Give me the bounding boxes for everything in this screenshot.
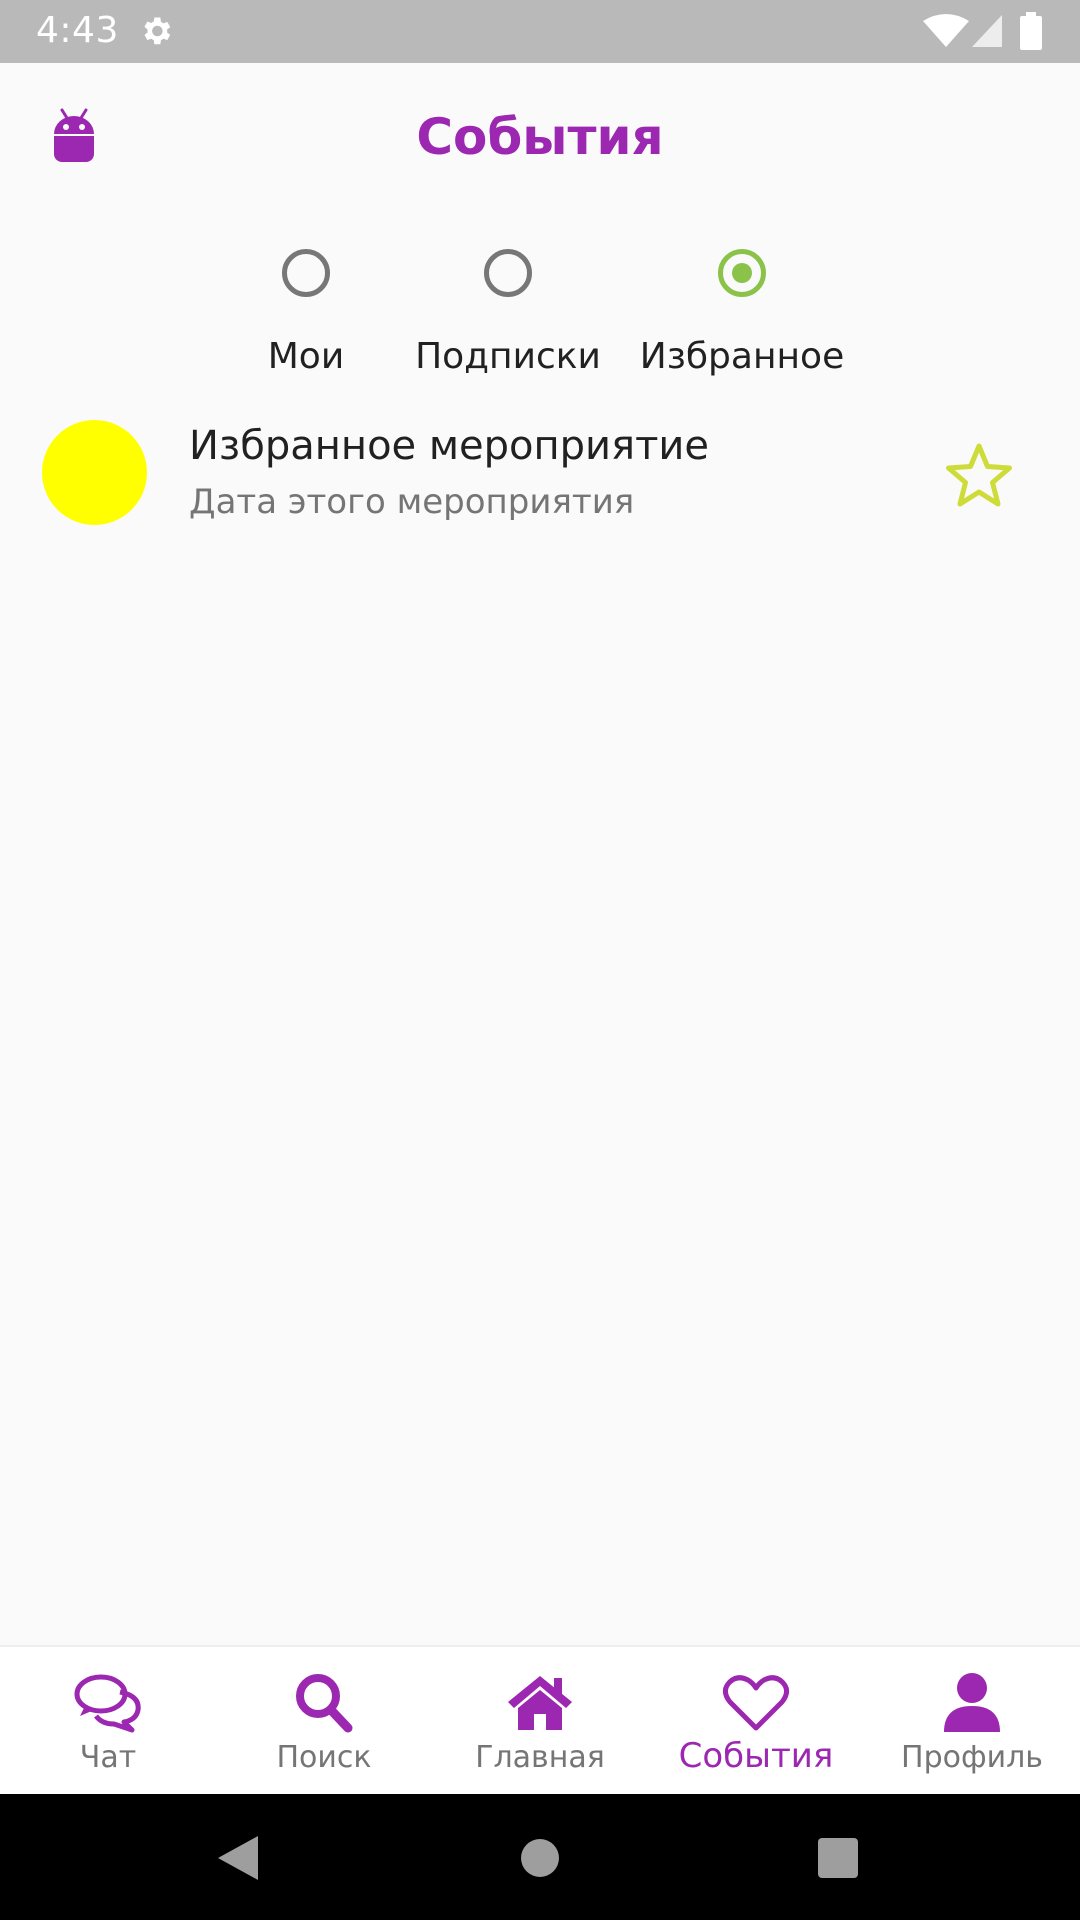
battery-icon: [1020, 12, 1042, 50]
nav-item-search[interactable]: Поиск: [216, 1660, 432, 1790]
nav-label-events: События: [678, 1736, 834, 1776]
event-title: Избранное мероприятие: [189, 423, 710, 469]
home-button-icon[interactable]: [521, 1839, 559, 1877]
nav-label-search: Поиск: [276, 1740, 372, 1775]
favorite-star-icon[interactable]: [942, 440, 1016, 512]
event-list-item[interactable]: [0, 400, 1080, 545]
nav-label-chat: Чат: [79, 1740, 137, 1775]
radio-my[interactable]: [282, 249, 330, 297]
nav-label-home: Главная: [475, 1740, 605, 1775]
event-avatar: [42, 420, 147, 525]
radio-subscriptions[interactable]: [484, 249, 532, 297]
search-icon: [296, 1674, 353, 1733]
status-bar: 4:43: [0, 0, 1080, 63]
nav-item-profile[interactable]: Профиль: [864, 1660, 1080, 1790]
chat-icon: [74, 1674, 141, 1733]
radio-favorites[interactable]: [718, 249, 766, 297]
home-icon: [508, 1676, 572, 1730]
nav-item-home[interactable]: Главная: [432, 1660, 648, 1790]
nav-item-chat[interactable]: Чат: [0, 1660, 216, 1790]
signal-icon: [972, 15, 1002, 47]
page-title: События: [416, 108, 664, 166]
profile-icon: [944, 1673, 1000, 1732]
radio-label-subscriptions[interactable]: Подписки: [388, 336, 628, 377]
event-date: Дата этого мероприятия: [189, 482, 635, 522]
nav-label-profile: Профиль: [901, 1740, 1043, 1775]
wifi-icon: [923, 14, 969, 47]
nav-item-events[interactable]: События: [648, 1660, 864, 1790]
status-time: 4:43: [36, 10, 119, 51]
recents-icon[interactable]: [818, 1838, 858, 1878]
radio-label-favorites[interactable]: Избранное: [622, 336, 862, 377]
heart-icon: [722, 1675, 790, 1731]
back-icon[interactable]: [216, 1834, 260, 1882]
settings-gear-icon: [144, 17, 171, 45]
